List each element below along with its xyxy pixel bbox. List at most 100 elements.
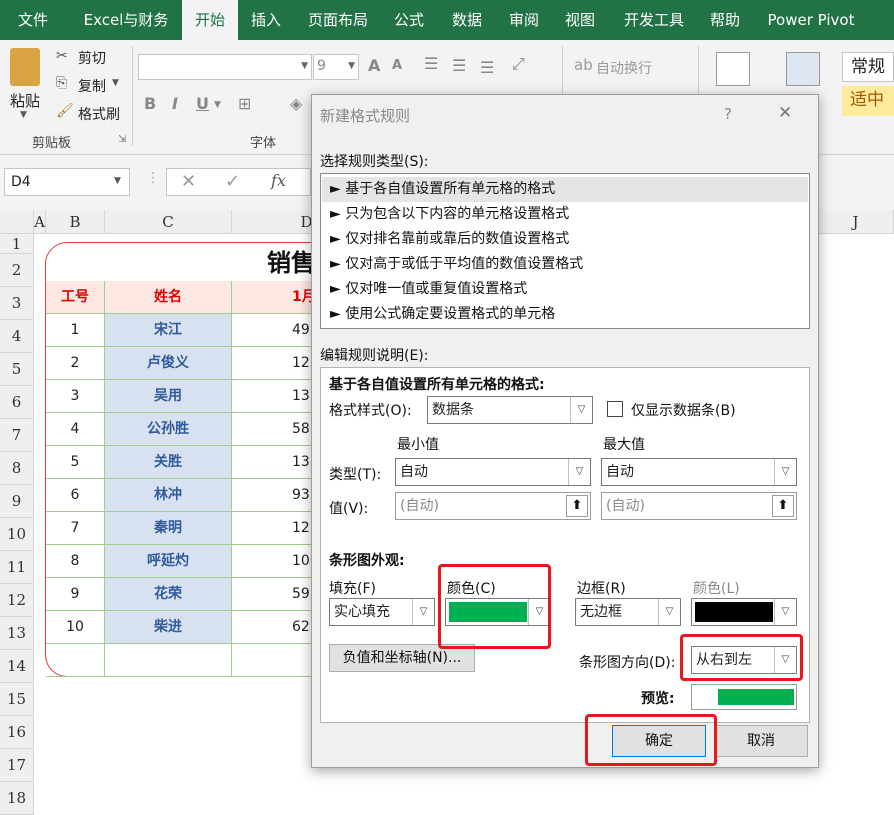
table-cell[interactable]: 公孙胜 (105, 413, 232, 446)
tab-help[interactable]: 帮助 (702, 0, 748, 40)
range-select-icon[interactable]: ⬆ (566, 495, 588, 517)
clipboard-launcher-icon[interactable]: ⇲ (118, 134, 126, 145)
decrease-font-size-button[interactable]: A (392, 58, 402, 73)
cancel-button[interactable]: 取消 (714, 725, 808, 757)
table-cell[interactable]: 关胜 (105, 446, 232, 479)
row-header-15[interactable]: 15 (0, 683, 34, 716)
row-header-7[interactable]: 7 (0, 419, 34, 452)
min-type-dropdown[interactable]: 自动 ▽ (395, 458, 591, 486)
borders-icon[interactable]: ⊞ (238, 94, 251, 113)
row-header-13[interactable]: 13 (0, 617, 34, 650)
tab-home[interactable]: 开始 (182, 0, 238, 40)
font-size-combo[interactable]: 9 ▼ (313, 54, 359, 80)
table-cell[interactable]: 卢俊义 (105, 347, 232, 380)
tab-data[interactable]: 数据 (442, 0, 492, 40)
cancel-entry-icon[interactable]: ✕ (181, 171, 196, 192)
copy-button[interactable]: 复制 (78, 76, 106, 96)
copy-dropdown-icon[interactable]: ▼ (112, 78, 119, 88)
rule-type-item[interactable]: ► 仅对唯一值或重复值设置格式 (322, 277, 808, 302)
table-cell[interactable]: 3 (46, 380, 105, 413)
column-header-j[interactable]: J (818, 210, 894, 234)
tab-insert[interactable]: 插入 (244, 0, 288, 40)
tab-page-layout[interactable]: 页面布局 (298, 0, 378, 40)
show-bar-only-checkbox[interactable] (607, 401, 623, 417)
copy-icon[interactable]: ⎘ (56, 75, 67, 91)
fill-color-icon[interactable]: ◈ (290, 94, 302, 113)
table-cell[interactable]: 吴用 (105, 380, 232, 413)
row-header-18[interactable]: 18 (0, 782, 34, 815)
italic-button[interactable]: I (172, 94, 178, 113)
format-painter-button[interactable]: 格式刷 (78, 104, 120, 124)
tab-formulas[interactable]: 公式 (386, 0, 432, 40)
row-header-10[interactable]: 10 (0, 518, 34, 551)
format-painter-icon[interactable]: 🖌 (56, 103, 74, 119)
tab-review[interactable]: 审阅 (500, 0, 548, 40)
row-header-3[interactable]: 3 (0, 287, 34, 320)
row-header-4[interactable]: 4 (0, 320, 34, 353)
tab-excel-finance[interactable]: Excel与财务 (76, 0, 176, 40)
table-cell[interactable]: 6 (46, 479, 105, 512)
bold-button[interactable]: B (144, 94, 156, 113)
min-value-input[interactable]: (自动) ⬆ (395, 492, 591, 520)
cut-icon[interactable]: ✂ (56, 48, 68, 64)
row-header-1[interactable]: 1 (0, 234, 34, 254)
row-header-17[interactable]: 17 (0, 749, 34, 782)
table-cell[interactable]: 5 (46, 446, 105, 479)
table-cell[interactable]: 8 (46, 545, 105, 578)
increase-font-size-button[interactable]: A (368, 56, 380, 75)
column-header-a[interactable]: A (34, 210, 46, 234)
row-header-5[interactable]: 5 (0, 353, 34, 386)
rule-type-item[interactable]: ► 仅对排名靠前或靠后的数值设置格式 (322, 227, 808, 252)
row-header-2[interactable]: 2 (0, 254, 34, 287)
align-top-icon[interactable]: ☰ (424, 54, 438, 73)
underline-button[interactable]: U (196, 94, 209, 113)
select-all-corner[interactable] (0, 210, 34, 234)
table-cell[interactable] (105, 644, 232, 677)
format-style-dropdown[interactable]: 数据条 ▽ (427, 396, 593, 424)
name-box-dropdown-icon[interactable]: ▼ (114, 176, 121, 186)
format-as-table-icon[interactable] (786, 52, 820, 86)
font-name-combo[interactable]: ▼ (138, 54, 312, 80)
table-cell[interactable]: 1 (46, 314, 105, 347)
help-button[interactable]: ? (724, 105, 732, 123)
table-cell[interactable]: 林冲 (105, 479, 232, 512)
table-header-cell[interactable]: 姓名 (105, 281, 232, 314)
orientation-icon[interactable]: ⤢ (512, 54, 525, 74)
max-type-dropdown[interactable]: 自动 ▽ (601, 458, 797, 486)
column-header-c[interactable]: C (105, 210, 232, 234)
max-value-input[interactable]: (自动) ⬆ (601, 492, 797, 520)
rule-type-item[interactable]: ► 只为包含以下内容的单元格设置格式 (322, 202, 808, 227)
wrap-text-icon[interactable]: ab (574, 56, 593, 74)
table-title[interactable]: 销售 (46, 243, 336, 281)
table-cell[interactable]: 2 (46, 347, 105, 380)
table-header-cell[interactable]: 工号 (46, 281, 105, 314)
align-bottom-icon[interactable]: ☰ (480, 58, 494, 77)
confirm-entry-icon[interactable]: ✓ (225, 171, 240, 192)
close-button[interactable]: ✕ (778, 103, 792, 123)
table-cell[interactable]: 4 (46, 413, 105, 446)
row-header-6[interactable]: 6 (0, 386, 34, 419)
table-cell[interactable]: 7 (46, 512, 105, 545)
wrap-text-button[interactable]: 自动换行 (596, 58, 652, 78)
paste-dropdown-icon[interactable]: ▼ (20, 110, 27, 120)
table-cell[interactable]: 宋江 (105, 314, 232, 347)
paste-button[interactable]: 粘贴 (10, 90, 40, 111)
tab-view[interactable]: 视图 (556, 0, 604, 40)
border-color-dropdown[interactable]: ▽ (691, 598, 797, 626)
table-cell[interactable]: 花荣 (105, 578, 232, 611)
paste-icon[interactable] (10, 48, 40, 86)
underline-dropdown-icon[interactable]: ▼ (214, 100, 221, 110)
border-type-dropdown[interactable]: 无边框 ▽ (575, 598, 681, 626)
rule-type-item[interactable]: ► 基于各自值设置所有单元格的格式 (322, 177, 808, 202)
table-cell[interactable]: 呼延灼 (105, 545, 232, 578)
conditional-formatting-icon[interactable] (716, 52, 750, 86)
neutral-cell-style[interactable]: 适中 (842, 86, 894, 116)
table-cell[interactable]: 秦明 (105, 512, 232, 545)
row-header-11[interactable]: 11 (0, 551, 34, 584)
fill-type-dropdown[interactable]: 实心填充 ▽ (329, 598, 435, 626)
cut-button[interactable]: 剪切 (78, 48, 106, 68)
rule-type-item[interactable]: ► 使用公式确定要设置格式的单元格 (322, 302, 808, 327)
number-format-style[interactable]: 常规 (842, 52, 894, 82)
name-box[interactable]: D4 (4, 168, 130, 196)
rule-type-item[interactable]: ► 仅对高于或低于平均值的数值设置格式 (322, 252, 808, 277)
